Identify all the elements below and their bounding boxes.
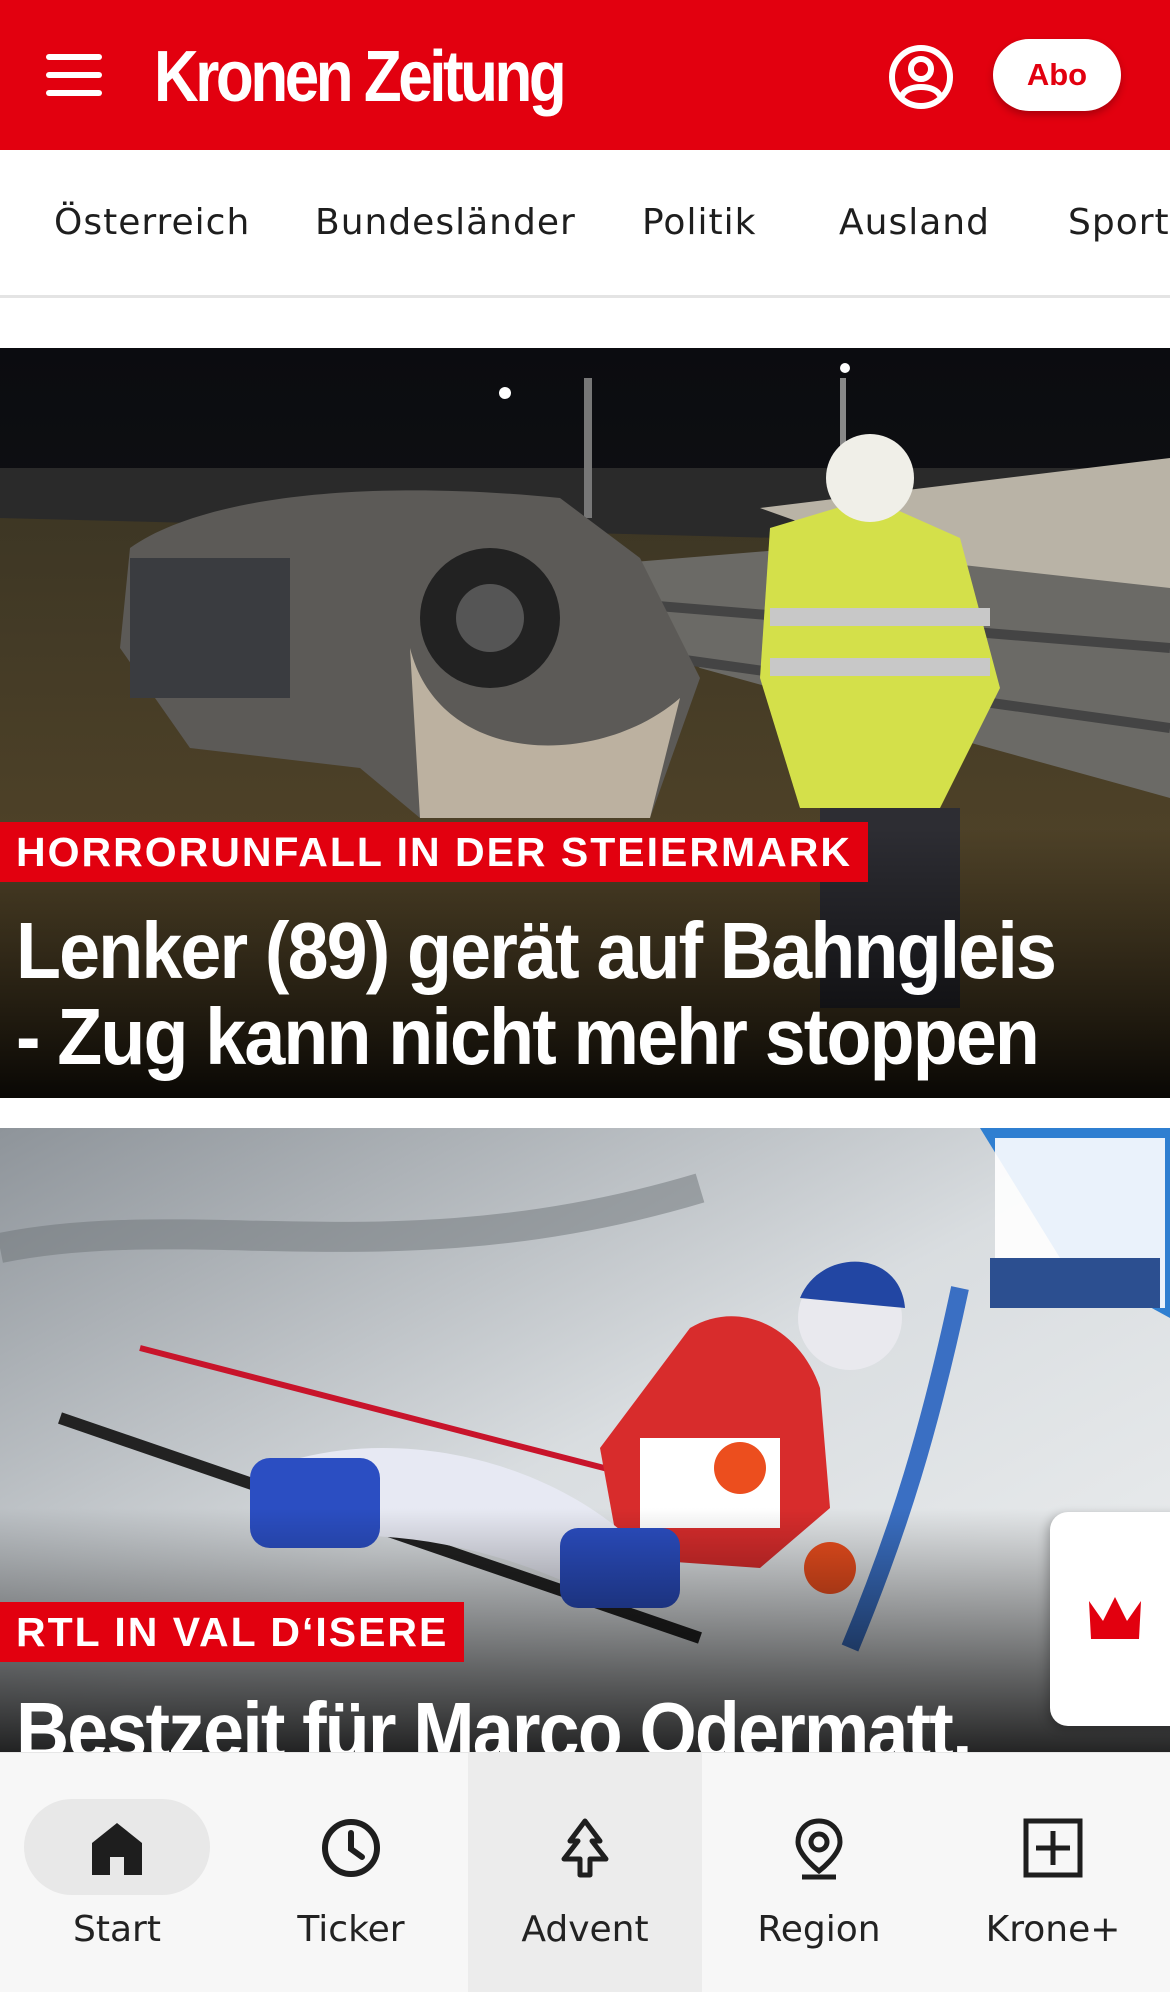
abo-button[interactable]: Abo — [993, 39, 1121, 111]
nav-label: Krone+ — [985, 1909, 1121, 1950]
bottom-nav: Start Ticker Advent Region Krone+ — [0, 1752, 1170, 1992]
nav-ticker[interactable]: Ticker — [234, 1753, 468, 1992]
crown-icon — [1089, 1597, 1141, 1639]
nav-label: Advent — [521, 1909, 649, 1950]
article-card[interactable]: HORRORUNFALL IN DER STEIERMARK Lenker (8… — [0, 348, 1170, 1098]
clock-icon — [322, 1819, 380, 1877]
nav-advent[interactable]: Advent — [468, 1753, 702, 1992]
menu-bar — [46, 54, 102, 60]
krone-floating-button[interactable] — [1050, 1512, 1170, 1726]
menu-button[interactable] — [46, 44, 120, 106]
nav-region[interactable]: Region — [702, 1753, 936, 1992]
article-kicker: HORRORUNFALL IN DER STEIERMARK — [0, 822, 868, 882]
category-sport[interactable]: Sport — [1068, 202, 1170, 243]
article-headline: Lenker (89) gerät auf Bahngleis — [16, 906, 1057, 995]
category-bundeslaender[interactable]: Bundesländer — [315, 202, 576, 243]
menu-bar — [46, 90, 102, 96]
app-header: Kronen Zeitung Abo — [0, 0, 1170, 150]
category-oesterreich[interactable]: Österreich — [54, 202, 250, 243]
account-icon[interactable] — [888, 44, 954, 110]
article-headline: - Zug kann nicht mehr stoppen — [16, 992, 1040, 1081]
home-icon — [92, 1823, 142, 1875]
tree-icon — [561, 1818, 609, 1878]
nav-label: Ticker — [297, 1909, 405, 1950]
nav-label: Start — [73, 1909, 161, 1950]
plus-box-icon — [1023, 1818, 1083, 1878]
category-ausland[interactable]: Ausland — [839, 202, 990, 243]
category-nav: Österreich Bundesländer Politik Ausland … — [0, 150, 1170, 298]
nav-start[interactable]: Start — [0, 1753, 234, 1992]
location-pin-icon — [795, 1818, 843, 1880]
article-kicker: RTL IN VAL D‘ISERE — [0, 1602, 465, 1662]
article-headline: Bestzeit für Marco Odermatt, — [16, 1686, 972, 1754]
nav-krone-plus[interactable]: Krone+ — [936, 1753, 1170, 1992]
article-card[interactable]: RTL IN VAL D‘ISERE Bestzeit für Marco Od… — [0, 1128, 1170, 1753]
nav-label: Region — [757, 1909, 881, 1950]
category-politik[interactable]: Politik — [642, 202, 756, 243]
menu-bar — [46, 72, 102, 78]
logo[interactable]: Kronen Zeitung — [154, 32, 567, 122]
